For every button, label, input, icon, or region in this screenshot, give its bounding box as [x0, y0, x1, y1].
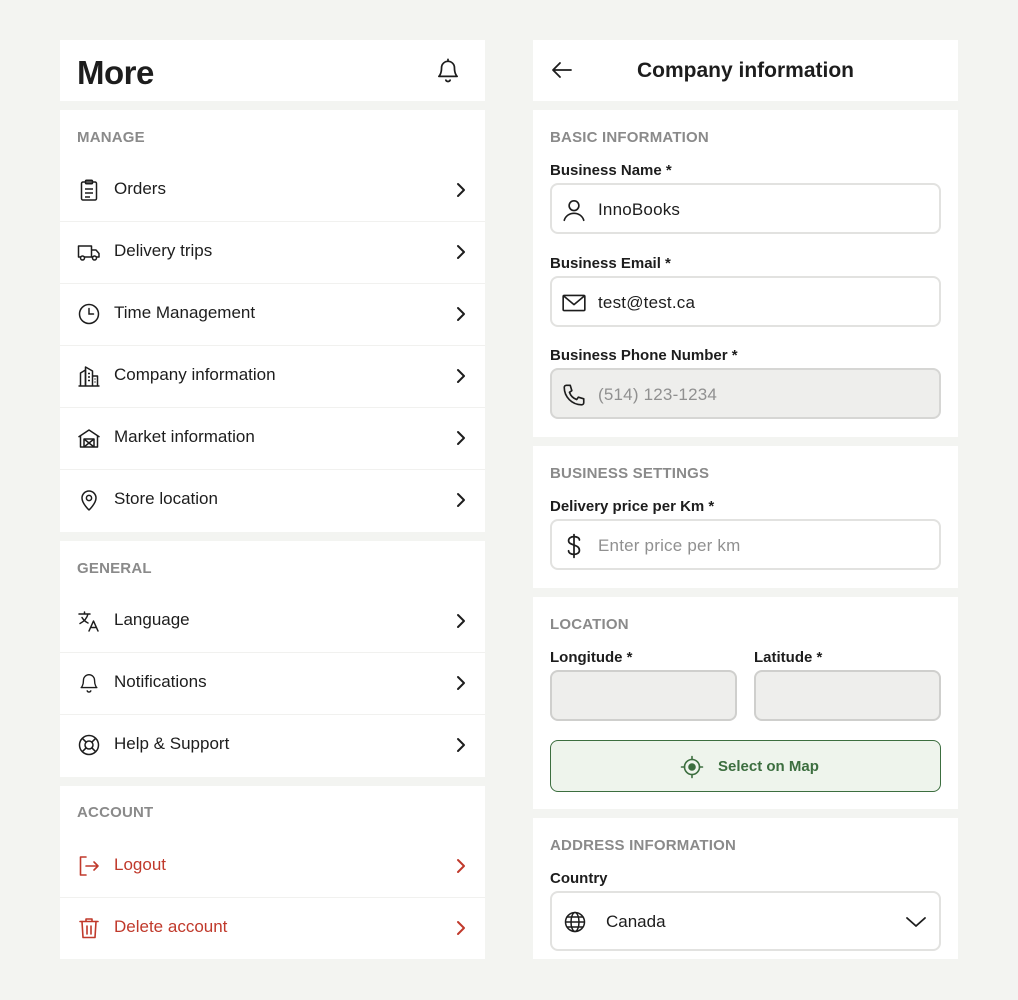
country-label: Country: [550, 870, 608, 887]
chevron-down-icon: [904, 913, 928, 931]
chevron-right-icon: [454, 610, 468, 632]
page-title: Company information: [636, 59, 854, 82]
select-on-map-label: Select on Map: [718, 758, 819, 775]
chevron-right-icon: [454, 855, 468, 877]
phone-icon: [561, 382, 587, 408]
business-phone-placeholder: (514) 123-1234: [598, 385, 718, 404]
menu-item-help-support[interactable]: Help & Support: [60, 714, 485, 776]
general-heading: GENERAL: [77, 560, 152, 577]
account-section: ACCOUNT Logout Delete account: [60, 786, 485, 959]
business-email-value: test@test.ca: [598, 293, 696, 312]
chevron-right-icon: [454, 365, 468, 387]
select-on-map-button[interactable]: Select on Map: [550, 740, 941, 792]
business-settings-heading: BUSINESS SETTINGS: [550, 465, 710, 482]
menu-item-label: Company information: [114, 365, 276, 384]
general-section: GENERAL Language Notifications Help & Su…: [60, 541, 485, 777]
warehouse-icon: [77, 426, 101, 450]
delivery-price-placeholder: Enter price per km: [598, 536, 741, 555]
menu-item-label: Logout: [114, 855, 166, 874]
trash-icon: [77, 916, 101, 940]
menu-item-label: Help & Support: [114, 734, 230, 753]
bell-icon[interactable]: [435, 57, 461, 85]
menu-item-label: Notifications: [114, 672, 207, 691]
menu-item-delete-account[interactable]: Delete account: [60, 897, 485, 959]
basic-information-heading: BASIC INFORMATION: [550, 129, 709, 146]
business-email-field[interactable]: test@test.ca: [550, 276, 941, 327]
dollar-icon: [561, 533, 587, 559]
envelope-icon: [561, 290, 587, 316]
menu-item-label: Language: [114, 610, 190, 629]
business-settings-section: BUSINESS SETTINGS Delivery price per Km …: [533, 446, 958, 588]
clipboard-icon: [77, 178, 101, 202]
globe-icon: [563, 910, 587, 934]
business-name-label: Business Name *: [550, 162, 672, 179]
menu-item-label: Store location: [114, 489, 218, 508]
business-phone-field[interactable]: (514) 123-1234: [550, 368, 941, 419]
business-phone-label: Business Phone Number *: [550, 347, 738, 364]
address-information-section: ADDRESS INFORMATION Country Canada: [533, 818, 958, 959]
chevron-right-icon: [454, 489, 468, 511]
chevron-right-icon: [454, 917, 468, 939]
menu-item-label: Delete account: [114, 917, 228, 936]
building-icon: [77, 364, 101, 388]
user-icon: [561, 197, 587, 223]
business-name-field[interactable]: InnoBooks: [550, 183, 941, 234]
longitude-field[interactable]: [550, 670, 737, 721]
basic-information-section: BASIC INFORMATION Business Name * InnoBo…: [533, 110, 958, 437]
menu-item-company-information[interactable]: Company information: [60, 345, 485, 407]
menu-item-label: Time Management: [114, 303, 256, 322]
menu-item-market-information[interactable]: Market information: [60, 407, 485, 469]
translate-icon: [77, 609, 101, 633]
address-information-heading: ADDRESS INFORMATION: [550, 837, 737, 854]
menu-item-orders[interactable]: Orders: [60, 159, 485, 221]
chevron-right-icon: [454, 179, 468, 201]
chevron-right-icon: [454, 672, 468, 694]
logout-icon: [77, 854, 101, 878]
menu-item-label: Orders: [114, 179, 166, 198]
business-email-label: Business Email *: [550, 255, 671, 272]
truck-icon: [77, 240, 101, 264]
menu-item-notifications[interactable]: Notifications: [60, 652, 485, 714]
menu-item-label: Market information: [114, 427, 255, 446]
manage-section: MANAGE Orders Delivery trips Time Manage…: [60, 110, 485, 532]
latitude-label: Latitude *: [754, 649, 823, 666]
location-section: LOCATION Longitude * Latitude * Select o…: [533, 597, 958, 809]
business-name-value: InnoBooks: [598, 200, 681, 219]
delivery-price-field[interactable]: Enter price per km: [550, 519, 941, 570]
page-title: More: [77, 54, 154, 91]
delivery-price-label: Delivery price per Km *: [550, 498, 715, 515]
menu-item-time-management[interactable]: Time Management: [60, 283, 485, 345]
latitude-field[interactable]: [754, 670, 941, 721]
clock-icon: [77, 302, 101, 326]
crosshair-icon: [680, 755, 704, 779]
menu-item-label: Delivery trips: [114, 241, 213, 260]
menu-item-store-location[interactable]: Store location: [60, 469, 485, 531]
longitude-label: Longitude *: [550, 649, 633, 666]
chevron-right-icon: [454, 241, 468, 263]
country-value: Canada: [606, 912, 666, 931]
chevron-right-icon: [454, 427, 468, 449]
lifebuoy-icon: [77, 733, 101, 757]
menu-item-logout[interactable]: Logout: [60, 835, 485, 897]
chevron-right-icon: [454, 303, 468, 325]
menu-item-language[interactable]: Language: [60, 590, 485, 652]
account-heading: ACCOUNT: [77, 804, 154, 821]
country-select[interactable]: Canada: [550, 891, 941, 951]
bell-icon: [77, 671, 101, 695]
menu-item-delivery-trips[interactable]: Delivery trips: [60, 221, 485, 283]
location-heading: LOCATION: [550, 616, 629, 633]
company-header: Company information: [533, 40, 958, 101]
more-header: More: [60, 40, 485, 101]
chevron-right-icon: [454, 734, 468, 756]
manage-heading: MANAGE: [77, 129, 145, 146]
map-pin-icon: [77, 488, 101, 512]
